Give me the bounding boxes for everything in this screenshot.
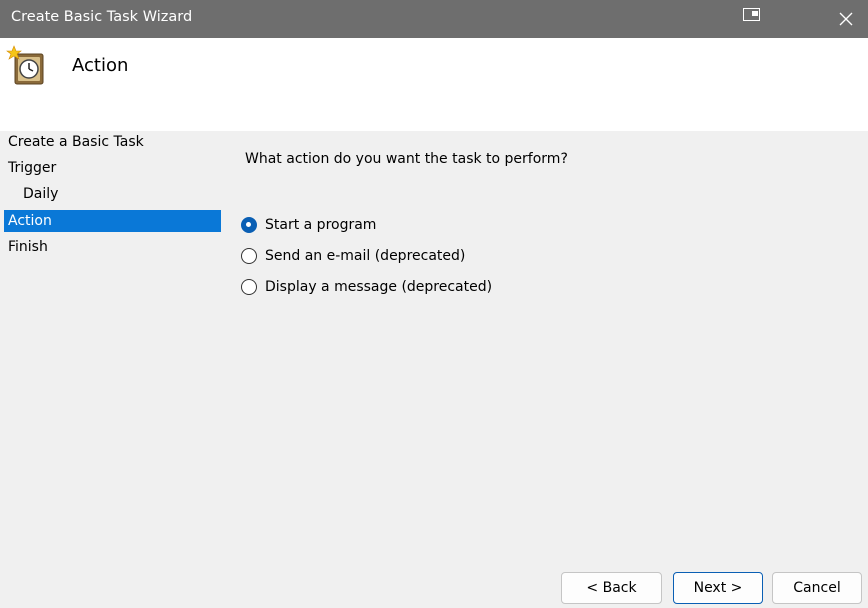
window-title: Create Basic Task Wizard: [11, 9, 193, 25]
sidebar-item-finish: Finish: [8, 239, 48, 255]
radio-button[interactable]: [241, 279, 257, 295]
snap-layout-icon[interactable]: [743, 8, 760, 21]
cancel-button[interactable]: Cancel: [772, 572, 862, 604]
radio-label-send-email[interactable]: Send an e-mail (deprecated): [265, 248, 465, 264]
wizard-header: Action: [0, 38, 868, 131]
sidebar-item-create-basic-task: Create a Basic Task: [8, 134, 144, 150]
action-question: What action do you want the task to perf…: [245, 151, 568, 167]
sidebar-item-daily: Daily: [23, 186, 59, 202]
radio-start-program[interactable]: Start a program: [241, 214, 376, 236]
next-button[interactable]: Next >: [673, 572, 763, 604]
radio-button[interactable]: [241, 248, 257, 264]
sidebar-item-action: Action: [4, 210, 221, 232]
close-icon[interactable]: [836, 9, 856, 29]
sidebar-item-trigger: Trigger: [8, 160, 57, 176]
page-title: Action: [72, 55, 129, 76]
title-bar: Create Basic Task Wizard: [0, 0, 868, 38]
task-scheduler-clock-icon: [6, 45, 44, 85]
back-button[interactable]: < Back: [561, 572, 662, 604]
radio-send-email[interactable]: Send an e-mail (deprecated): [241, 245, 465, 267]
radio-label-start-program[interactable]: Start a program: [265, 217, 376, 233]
action-panel: What action do you want the task to perf…: [224, 131, 868, 568]
radio-label-display-message[interactable]: Display a message (deprecated): [265, 279, 492, 295]
radio-button-checked[interactable]: [241, 217, 257, 233]
radio-display-message[interactable]: Display a message (deprecated): [241, 276, 492, 298]
